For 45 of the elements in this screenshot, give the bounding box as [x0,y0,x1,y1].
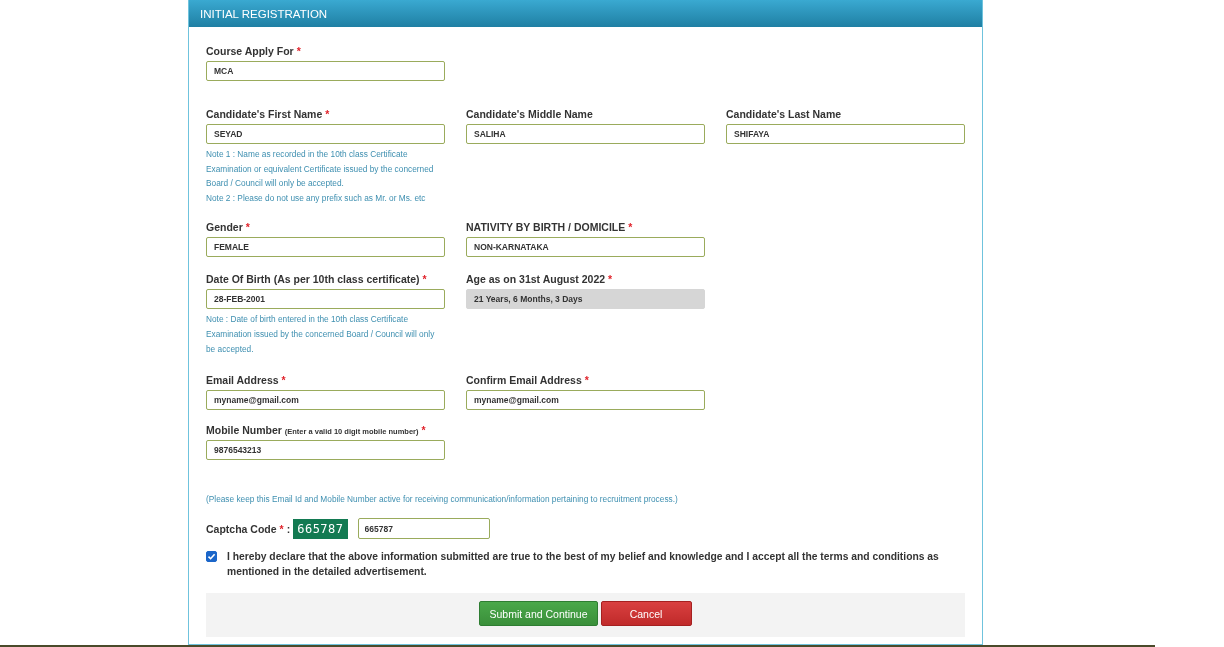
required-mark: * [325,108,330,120]
required-mark: * [421,424,426,437]
required-mark: * [584,374,589,387]
field-label: NATIVITY BY BIRTH / DOMICILE [466,221,626,234]
field-label: Confirm Email Address [466,374,582,387]
field-label: Course Apply For [206,45,294,57]
required-mark: * [245,221,250,234]
text-field[interactable]: 28-FEB-2001 [206,289,445,310]
field-label: Date Of Birth (As per 10th class certificate) [206,273,420,286]
required-mark: * [281,374,286,387]
field-label: Email Address [206,374,279,387]
field-label: Captcha Code [206,522,277,535]
text-field[interactable]: 9876543213 [206,440,445,461]
text-field[interactable]: myname@gmail.com [206,390,445,411]
notice-text: (Please keep this Email Id and Mobile Number active for receiving communication/information pertaining to recruitment process.) [206,494,679,505]
required-mark: * [279,522,284,535]
captcha-field[interactable]: 665787 [357,518,490,540]
field-label: Candidate's First Name [206,108,323,120]
required-mark: * [628,221,633,234]
field-label: Candidate's Last Name [726,108,842,120]
field-label: Candidate's Middle Name [466,108,593,120]
field-label: Mobile Number [206,424,282,437]
declaration-checkbox[interactable] [206,551,217,563]
field-note: Note 2 : Please do not use any prefix such as Mr. or Ms. etc [206,191,427,205]
required-mark: * [296,45,301,57]
captcha-image: 665787 [293,518,348,539]
text-field[interactable]: FEMALE [206,237,445,258]
text-field: 21 Years, 6 Months, 3 Days [466,289,705,310]
text-field[interactable]: myname@gmail.com [466,390,705,411]
text-field[interactable]: SHIFAYA [726,124,965,144]
panel-header: INITIAL REGISTRATION [189,0,982,27]
text-field[interactable]: SEYAD [206,124,445,144]
text-field[interactable]: MCA [206,61,445,81]
submit-button[interactable]: Submit and Continue [479,601,598,627]
declaration-text: I hereby declare that the above information submitted are true to the best of my belief and knowledge and I accept all the terms and conditions as mentioned in the detailed advertisement. [226,550,940,579]
required-mark: * [608,273,613,286]
field-note: Note 1 : Name as recorded in the 10th class Certificate Examination or equivalent Certificate issued by the concerned Board / Council will only be accepted. [206,148,435,191]
cancel-button[interactable]: Cancel [600,601,692,627]
text-field[interactable]: NON-KARNATAKA [466,237,705,258]
field-label: Gender [206,221,243,234]
field-note: Note : Date of birth entered in the 10th class Certificate Examination issued by the concerned Board / Council will only be accepted. [206,313,436,356]
separator-text: : [286,522,291,535]
field-label: Age as on 31st August 2022 [466,273,606,286]
required-mark: * [422,273,427,286]
text-field[interactable]: SALIHA [466,124,705,144]
